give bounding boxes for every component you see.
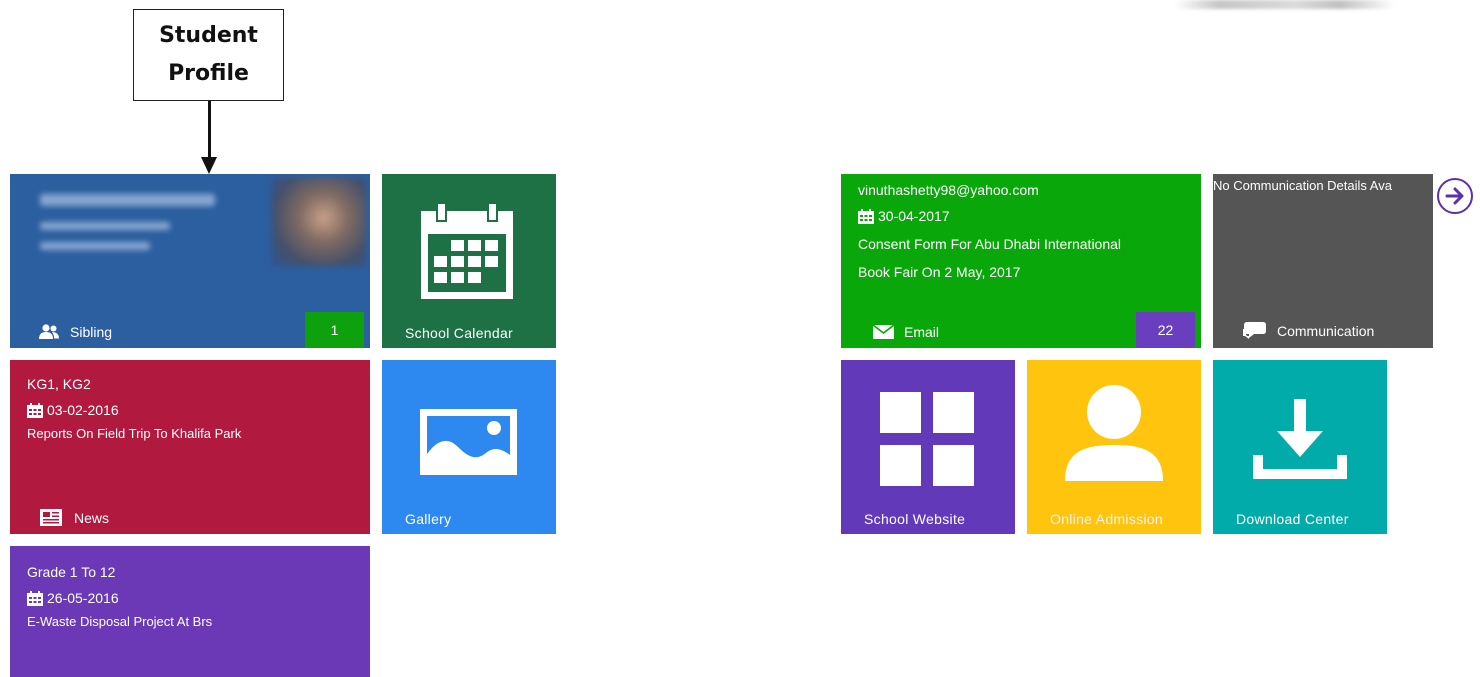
download-center-tile[interactable]: Download Center (1213, 360, 1387, 534)
email-label: Email (904, 324, 940, 340)
email-date: 30-04-2017 (878, 208, 950, 224)
callout-line-1: Student (159, 23, 258, 48)
news-headline[interactable]: Reports On Field Trip To Khalifa Park (27, 424, 241, 444)
email-address: vinuthashetty98@yahoo.com (858, 182, 1039, 198)
school-calendar-tile[interactable]: School Calendar (382, 174, 556, 348)
sibling-label: Sibling (70, 324, 113, 340)
calendar-icon (421, 203, 513, 299)
communication-label: Communication (1277, 323, 1375, 339)
envelope-icon (873, 325, 894, 339)
calendar-icon (27, 402, 43, 418)
blurred-student-detail (40, 242, 150, 250)
news-item-headline[interactable]: E-Waste Disposal Project At Brs (27, 612, 212, 632)
student-profile-tile[interactable]: Sibling 1 (10, 174, 370, 348)
blurred-student-name (40, 194, 215, 206)
news-date: 03-02-2016 (47, 402, 119, 418)
news-class: KG1, KG2 (27, 376, 91, 392)
email-tile[interactable]: vinuthashetty98@yahoo.com 30-04-2017 Con… (841, 174, 1201, 348)
student-profile-callout: Student Profile (133, 9, 284, 101)
person-icon (1065, 385, 1163, 481)
email-subject-line-2[interactable]: Book Fair On 2 May, 2017 (858, 262, 1121, 282)
download-center-label: Download Center (1236, 511, 1349, 527)
communication-notice: No Communication Details Ava (1213, 178, 1392, 193)
callout-arrow-head (201, 157, 217, 174)
email-count-badge: 22 (1136, 312, 1195, 348)
callout-arrow-line (208, 101, 211, 159)
school-website-label: School Website (864, 511, 966, 527)
school-calendar-label: School Calendar (405, 325, 514, 341)
users-icon (39, 324, 59, 339)
news-item-date: 26-05-2016 (47, 590, 119, 606)
sibling-count-badge: 1 (305, 312, 364, 348)
next-arrow-button[interactable] (1437, 178, 1473, 214)
school-website-tile[interactable]: School Website (841, 360, 1015, 534)
communication-link[interactable]: Communication (1243, 322, 1374, 340)
email-link[interactable]: Email (873, 324, 939, 340)
gallery-label: Gallery (405, 511, 452, 527)
chat-bubbles-icon (1243, 322, 1266, 339)
communication-tile[interactable]: No Communication Details Ava Communicati… (1213, 174, 1433, 348)
grid-icon (880, 392, 974, 486)
calendar-icon (858, 208, 874, 224)
newspaper-icon (40, 509, 62, 526)
news-link[interactable]: News (40, 509, 109, 526)
online-admission-label: Online Admission (1050, 511, 1163, 527)
gallery-tile[interactable]: Gallery (382, 360, 556, 534)
student-photo (272, 178, 366, 266)
news-item-class: Grade 1 To 12 (27, 564, 116, 580)
news-tile[interactable]: KG1, KG2 03-02-2016 Reports On Field Tri… (10, 360, 370, 534)
news-item-tile[interactable]: Grade 1 To 12 26-05-2016 E-Waste Disposa… (10, 546, 370, 677)
download-icon (1253, 399, 1347, 479)
online-admission-tile[interactable]: Online Admission (1027, 360, 1201, 534)
arrow-right-circle-icon (1445, 187, 1464, 205)
email-subject-line-1[interactable]: Consent Form For Abu Dhabi International (858, 234, 1121, 254)
callout-line-2: Profile (168, 61, 249, 86)
sibling-link[interactable]: Sibling (38, 324, 112, 340)
cropped-header-fragment (1175, 0, 1395, 9)
picture-icon (420, 409, 517, 475)
news-label: News (74, 509, 110, 526)
blurred-student-detail (40, 222, 170, 230)
calendar-icon (27, 590, 43, 606)
